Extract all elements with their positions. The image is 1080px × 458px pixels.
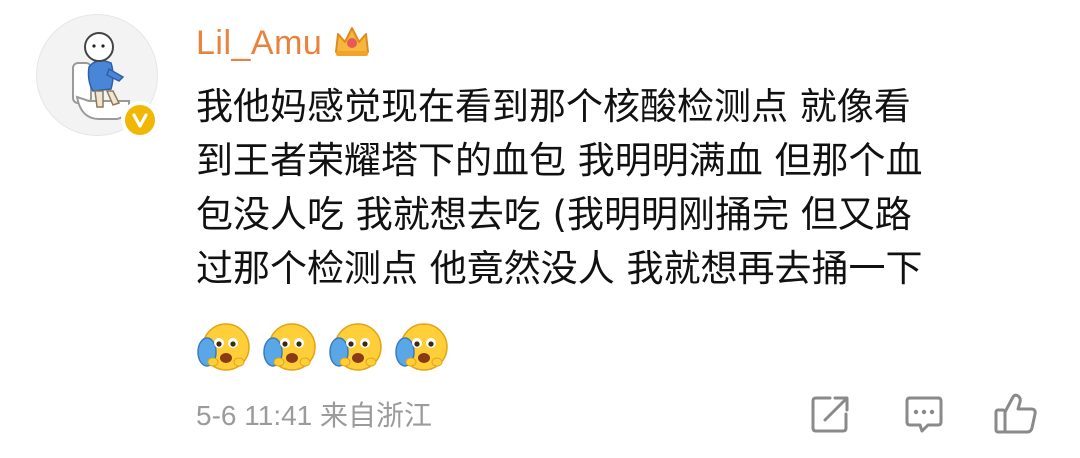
share-icon — [811, 396, 849, 433]
comment-button[interactable] — [902, 392, 946, 436]
share-button[interactable] — [808, 392, 852, 436]
comment-icon — [905, 396, 943, 433]
crown-icon — [332, 24, 372, 62]
scared-face-emoji-icon — [197, 323, 250, 371]
comment-line: 包没人吃 我就想去吃 (我明明刚捅完 但又路 — [196, 193, 912, 236]
username[interactable]: Lil_Amu — [196, 24, 322, 63]
comment-meta: 5-6 11:41 来自浙江 — [196, 400, 433, 431]
scared-face-emoji-icon — [263, 323, 316, 371]
comment-line: 到王者荣耀塔下的血包 我明明满血 但那个血 — [196, 139, 923, 182]
emoji-row — [194, 318, 450, 376]
comment-line: 我他妈感觉现在看到那个核酸检测点 就像看 — [196, 85, 911, 128]
comment-text: 我他妈感觉现在看到那个核酸检测点 就像看 到王者荣耀塔下的血包 我明明满血 但那… — [196, 80, 1026, 296]
comment-card: Lil_Amu 我他妈感觉现在看到那个核酸检测点 就像看 到王者荣耀塔下的血包 … — [0, 0, 1080, 458]
scared-face-emoji-icon — [395, 323, 448, 371]
comment-line: 过那个检测点 他竟然没人 我就想再去捅一下 — [196, 247, 923, 290]
verified-v-icon — [121, 101, 159, 139]
thumbs-up-icon — [994, 393, 1037, 434]
username-row: Lil_Amu — [196, 18, 372, 68]
like-button[interactable] — [992, 392, 1040, 436]
scared-face-emoji-icon — [329, 323, 382, 371]
